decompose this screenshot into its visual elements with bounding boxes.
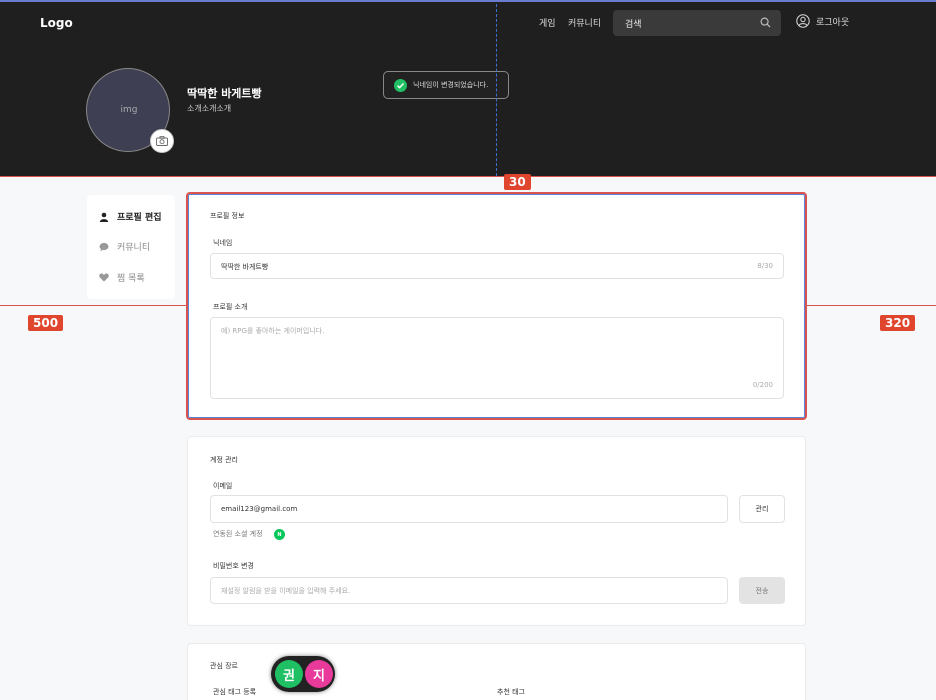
- user-chip-avatar[interactable]: 지: [305, 660, 333, 688]
- logout-button[interactable]: 로그아웃: [796, 14, 849, 28]
- sidebar-item-label: 찜 목록: [117, 274, 145, 284]
- check-circle-icon: [394, 78, 407, 92]
- toast-message: 닉네임이 변경되었습니다.: [413, 81, 489, 89]
- toast-notification: 닉네임이 변경되었습니다.: [383, 71, 509, 99]
- camera-icon: [156, 136, 168, 146]
- email-field[interactable]: email123@gmail.com: [210, 495, 728, 523]
- spacing-badge-top: 30: [504, 174, 531, 190]
- naver-icon: N: [274, 529, 285, 540]
- top-header: Logo 게임 커뮤니티 검색 로그아웃 img 딱딱한 바게트빵 소개소개소개: [0, 0, 936, 176]
- password-reset-email-input[interactable]: 재설정 알림을 받을 이메일을 입력해 주세요.: [210, 577, 728, 604]
- profile-info-card: 프로필 정보 닉네임 딱딱한 바게트빵 8/30 프로필 소개 예) RPG를 …: [186, 192, 807, 420]
- user-circle-icon: [796, 14, 810, 28]
- change-avatar-button[interactable]: [150, 129, 174, 153]
- card-title-profile-info: 프로필 정보: [210, 212, 245, 220]
- tag-register-label: 관심 태그 등록: [213, 688, 257, 696]
- sidebar-item-label: 커뮤니티: [117, 243, 151, 253]
- password-change-label: 비밀번호 변경: [213, 562, 254, 570]
- profile-intro: 소개소개소개: [187, 104, 232, 113]
- spacing-badge-right: 320: [880, 315, 916, 331]
- card-title-interests: 관심 장르: [210, 662, 238, 670]
- sidebar-item-wishlist[interactable]: 찜 목록: [99, 271, 145, 284]
- nickname-label: 닉네임: [213, 239, 233, 247]
- avatar-placeholder-text: img: [120, 105, 138, 115]
- manage-email-button[interactable]: 관리: [739, 495, 785, 523]
- logo[interactable]: Logo: [40, 16, 73, 30]
- sidebar: 프로필 편집 커뮤니티 찜 목록: [87, 195, 175, 299]
- user-avatars-bubble[interactable]: 권 지: [271, 656, 335, 692]
- nav-link-games[interactable]: 게임: [539, 16, 556, 29]
- sidebar-item-profile-edit[interactable]: 프로필 편집: [99, 210, 162, 223]
- email-label: 이메일: [213, 482, 233, 490]
- nav-link-community[interactable]: 커뮤니티: [568, 16, 601, 29]
- search-placeholder: 검색: [625, 20, 642, 30]
- nickname-value: 딱딱한 바게트빵: [221, 263, 269, 271]
- spacing-badge-left: 500: [28, 315, 64, 331]
- sidebar-item-community[interactable]: 커뮤니티: [99, 240, 150, 253]
- logout-label: 로그아웃: [816, 17, 850, 28]
- vertical-guide-line: [496, 4, 497, 176]
- account-card: 계정 관리 이메일 email123@gmail.com 관리 연동된 소셜 계…: [187, 436, 806, 626]
- email-value: email123@gmail.com: [221, 505, 298, 513]
- social-accounts-label: 연동된 소셜 계정: [213, 530, 263, 538]
- search-input[interactable]: 검색: [613, 10, 781, 36]
- heart-icon: [99, 273, 109, 282]
- user-icon: [99, 212, 109, 222]
- sidebar-item-label: 프로필 편집: [117, 213, 162, 223]
- chat-bubble-icon: [99, 242, 109, 251]
- send-button[interactable]: 전송: [739, 577, 785, 604]
- intro-counter: 0/200: [752, 381, 773, 389]
- password-reset-placeholder: 재설정 알림을 받을 이메일을 입력해 주세요.: [221, 587, 351, 595]
- card-title-account: 계정 관리: [210, 456, 238, 464]
- profile-name: 딱딱한 바게트빵: [187, 87, 262, 100]
- nickname-input[interactable]: 딱딱한 바게트빵 8/30: [210, 253, 784, 279]
- intro-placeholder: 예) RPG를 좋아하는 게이머입니다.: [221, 327, 325, 335]
- horizontal-guide-line-top: [0, 176, 936, 177]
- nickname-counter: 8/30: [757, 262, 773, 270]
- intro-textarea[interactable]: 예) RPG를 좋아하는 게이머입니다. 0/200: [210, 317, 784, 399]
- search-icon[interactable]: [760, 17, 771, 28]
- user-chip-avatar[interactable]: 권: [275, 660, 303, 688]
- intro-label: 프로필 소개: [213, 303, 248, 311]
- recommended-tags-label: 추천 태그: [497, 688, 525, 696]
